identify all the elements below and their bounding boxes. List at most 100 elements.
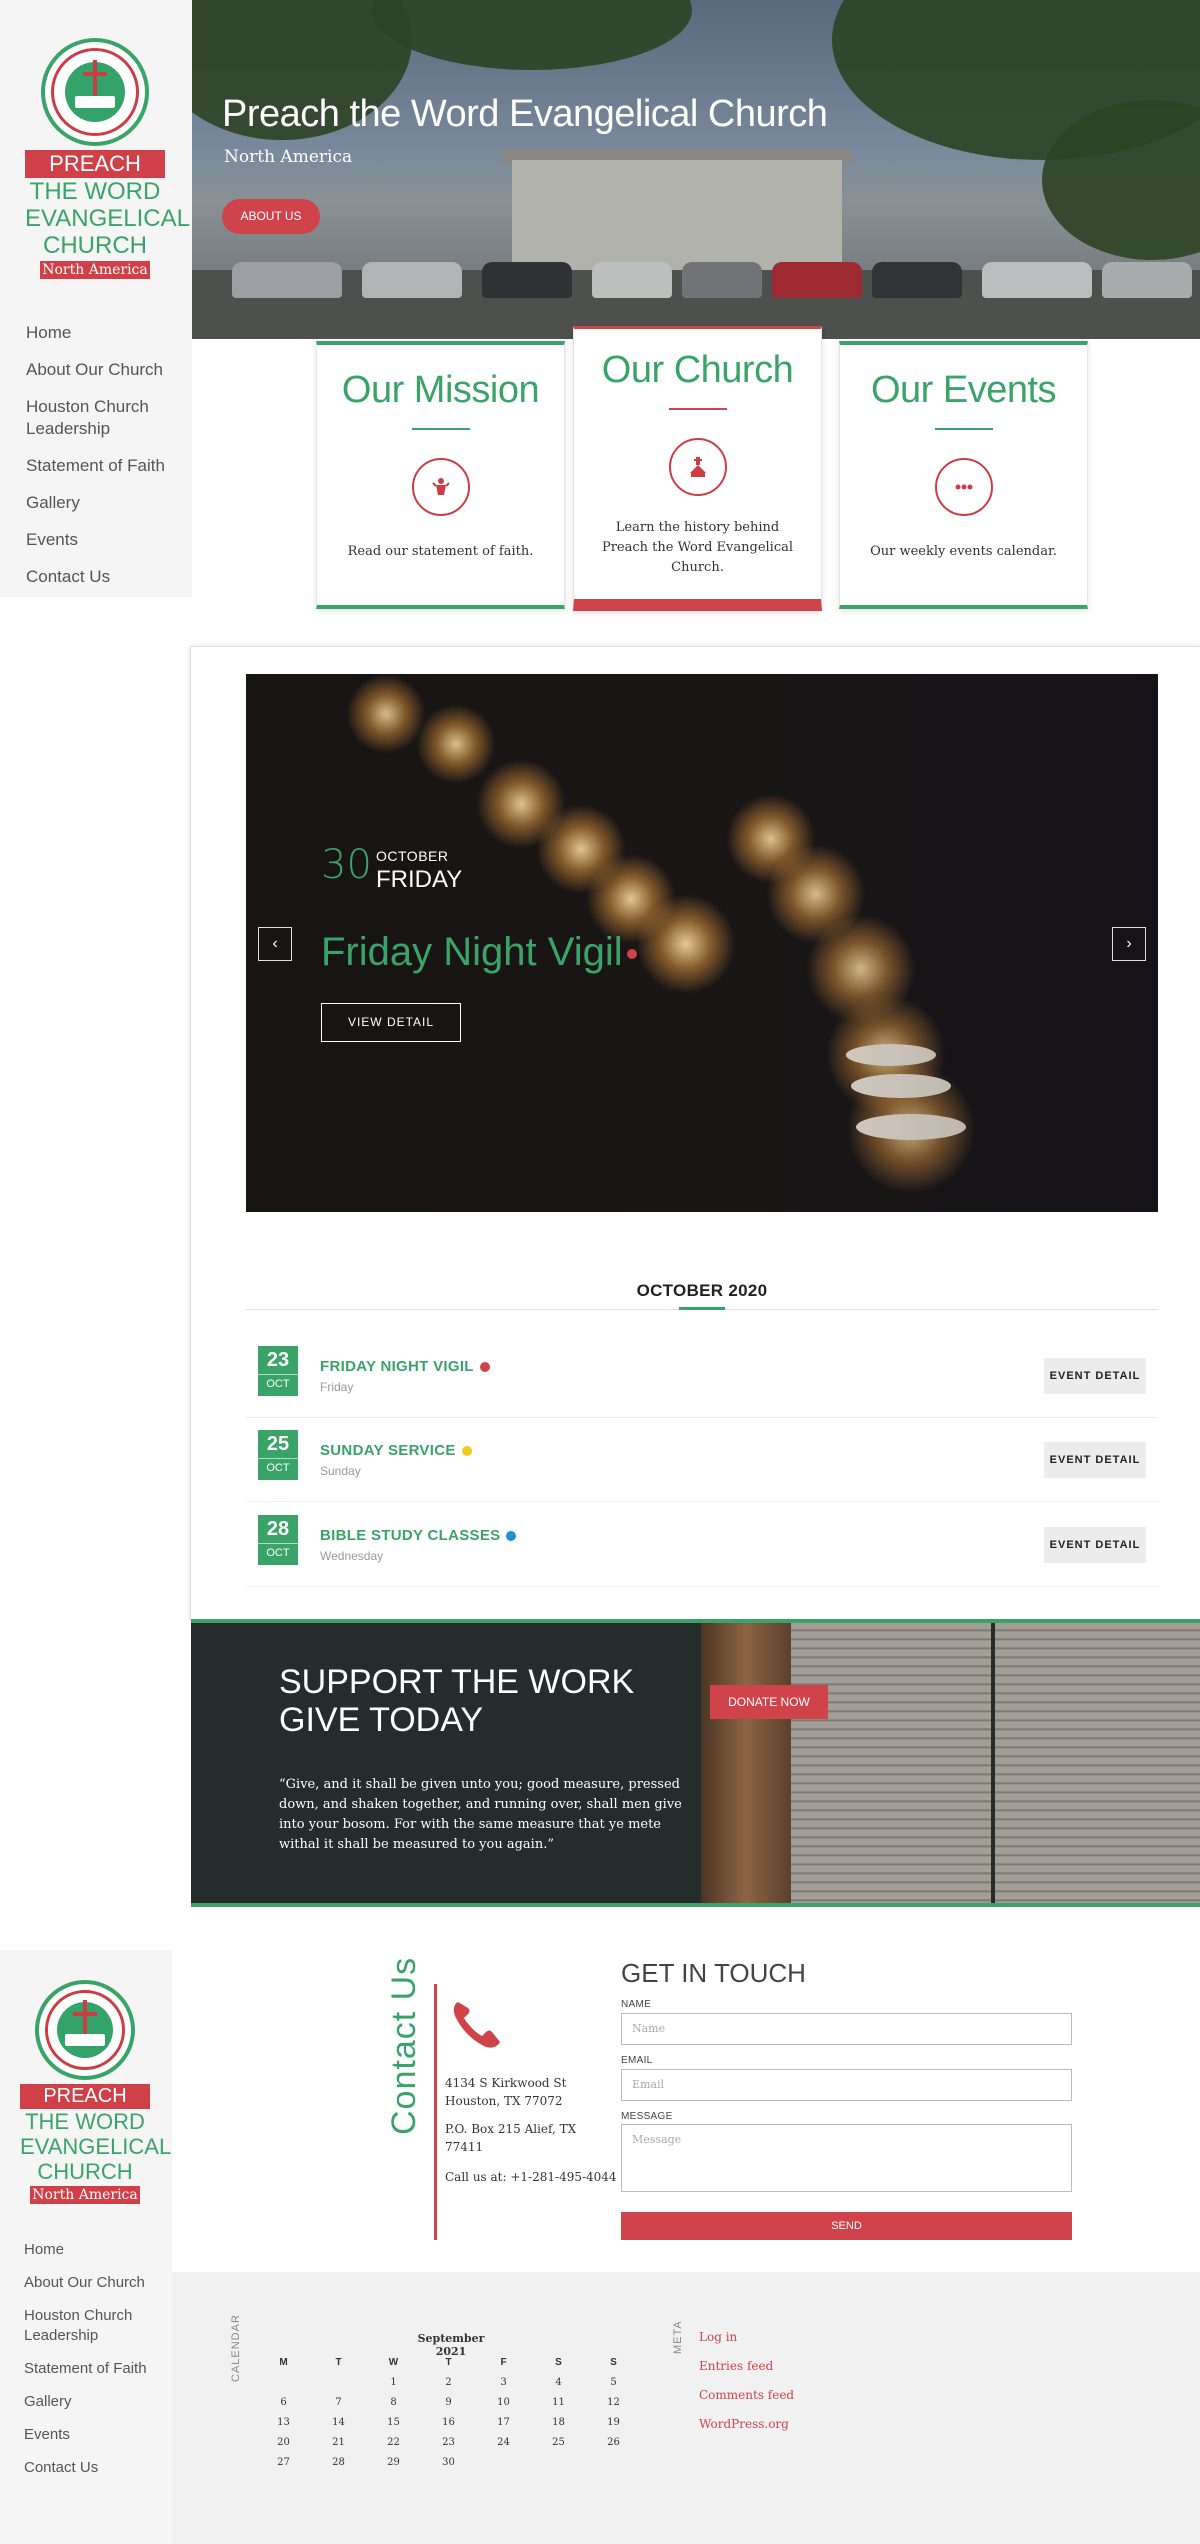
status-dot xyxy=(626,949,637,960)
church-seal xyxy=(35,1980,135,2080)
person-icon xyxy=(411,458,470,516)
dots-icon xyxy=(934,458,993,516)
meta-link-comments-feed[interactable]: Comments feed xyxy=(699,2388,794,2402)
contact-divider xyxy=(434,1984,437,2240)
slide-month: OCTOBER xyxy=(376,848,449,864)
about-us-button[interactable]: ABOUT US xyxy=(222,199,320,234)
event-weekday: Wednesday xyxy=(320,1549,384,1563)
donate-banner: SUPPORT THE WORK GIVE TODAY “Give, and i… xyxy=(191,1619,1200,1907)
event-date-badge: 28 OCT xyxy=(258,1515,298,1565)
status-dot xyxy=(506,1531,517,1542)
nav-item-contact[interactable]: Contact Us xyxy=(26,566,176,588)
contact-phone[interactable]: Call us at: +1-281-495-4044 xyxy=(445,2168,617,2186)
slider-prev-button[interactable]: ‹ xyxy=(258,927,292,961)
event-title[interactable]: FRIDAY NIGHT VIGIL xyxy=(320,1358,490,1375)
card-text: Our weekly events calendar. xyxy=(870,544,1057,559)
nav-item-about[interactable]: About Our Church xyxy=(26,359,176,381)
name-label: NAME xyxy=(621,1999,652,2010)
event-weekday: Sunday xyxy=(320,1464,361,1478)
nav-item-contact[interactable]: Contact Us xyxy=(24,2458,164,2478)
logo-line-preach: PREACH xyxy=(25,150,165,178)
nav-item-events[interactable]: Events xyxy=(24,2425,164,2445)
event-detail-button[interactable]: EVENT DETAIL xyxy=(1044,1358,1146,1394)
logo-line-north-america: North America xyxy=(30,2186,140,2204)
main-nav: Home About Our Church Houston Church Lea… xyxy=(26,322,176,603)
card-our-church[interactable]: Our Church Learn the history behind Prea… xyxy=(573,326,822,611)
event-title[interactable]: BIBLE STUDY CLASSES xyxy=(320,1527,517,1544)
card-text: Learn the history behind Preach the Word… xyxy=(601,520,794,575)
nav-item-home[interactable]: Home xyxy=(24,2240,164,2260)
sidebar: PREACH THE WORD EVANGELICAL CHURCH North… xyxy=(0,0,192,597)
contact-address: 4134 S Kirkwood St Houston, TX 77072 xyxy=(445,2076,567,2108)
nav-item-statement[interactable]: Statement of Faith xyxy=(24,2359,164,2379)
message-field[interactable]: Message xyxy=(621,2124,1072,2192)
send-button[interactable]: SEND xyxy=(621,2212,1072,2240)
logo-line-church: CHURCH xyxy=(37,2159,133,2184)
month-heading: OCTOBER 2020 xyxy=(636,1281,768,1300)
site-logo[interactable]: PREACH THE WORD EVANGELICAL CHURCH North… xyxy=(20,1980,172,2204)
card-our-mission[interactable]: Our Mission Read our statement of faith. xyxy=(316,341,565,609)
event-row: 23 OCT FRIDAY NIGHT VIGIL Friday EVENT D… xyxy=(246,1334,1158,1418)
logo-line-the-word: THE WORD xyxy=(29,178,161,205)
logo-line-north-america: North America xyxy=(40,261,150,279)
slide-title[interactable]: Friday Night Vigil xyxy=(321,930,637,975)
view-detail-button[interactable]: VIEW DETAIL xyxy=(321,1003,461,1042)
card-text: Read our statement of faith. xyxy=(347,544,534,559)
slider-next-button[interactable]: › xyxy=(1112,927,1146,961)
hero-subtitle: North America xyxy=(224,147,353,167)
nav-item-gallery[interactable]: Gallery xyxy=(26,492,176,514)
calendar-week: 20 21 22 23 24 25 26 xyxy=(277,2436,620,2448)
meta-link-login[interactable]: Log in xyxy=(699,2330,737,2344)
logo-line-the-word: THE WORD xyxy=(25,2109,145,2134)
email-label: EMAIL xyxy=(621,2055,653,2066)
hero-banner: Preach the Word Evangelical Church North… xyxy=(192,0,1200,339)
church-seal xyxy=(41,38,149,146)
nav-item-leadership[interactable]: Houston Church Leadership xyxy=(24,2306,164,2346)
meta-link-wordpress[interactable]: WordPress.org xyxy=(699,2417,789,2431)
calendar-table: M T W T F S S 12345 6 7 8 9 10 11 12 13 14 15 16 1… xyxy=(256,2352,641,2472)
card-our-events[interactable]: Our Events Our weekly events calendar. xyxy=(839,341,1088,609)
donate-now-button[interactable]: DONATE NOW xyxy=(710,1685,828,1719)
hero-title: Preach the Word Evangelical Church xyxy=(222,93,828,135)
event-date-badge: 25 OCT xyxy=(258,1430,298,1480)
donate-quote: “Give, and it shall be given unto you; g… xyxy=(279,1777,682,1852)
divider-accent xyxy=(679,1307,725,1310)
event-row: 25 OCT SUNDAY SERVICE Sunday EVENT DETAI… xyxy=(246,1418,1158,1502)
event-weekday: Friday xyxy=(320,1380,354,1394)
nav-item-gallery[interactable]: Gallery xyxy=(24,2392,164,2412)
site-logo[interactable]: PREACH THE WORD EVANGELICAL CHURCH North… xyxy=(25,38,190,279)
phone-icon xyxy=(448,1996,504,2052)
status-dot xyxy=(479,1362,490,1373)
nav-item-leadership[interactable]: Houston Church Leadership xyxy=(26,396,176,440)
event-row: 28 OCT BIBLE STUDY CLASSES Wednesday EVE… xyxy=(246,1503,1158,1587)
event-detail-button[interactable]: EVENT DETAIL xyxy=(1044,1442,1146,1478)
logo-line-evangelical: EVANGELICAL xyxy=(20,2134,172,2159)
form-title: GET IN TOUCH xyxy=(621,1958,806,1988)
nav-item-about[interactable]: About Our Church xyxy=(24,2273,164,2293)
calendar-week: 27 28 29 30 xyxy=(277,2456,455,2468)
event-date-badge: 23 OCT xyxy=(258,1346,298,1396)
nav-item-statement[interactable]: Statement of Faith xyxy=(26,455,176,477)
event-title[interactable]: SUNDAY SERVICE xyxy=(320,1442,472,1459)
contact-po-box: P.O. Box 215 Alief, TX 77411 xyxy=(445,2122,577,2154)
event-detail-button[interactable]: EVENT DETAIL xyxy=(1044,1527,1146,1563)
logo-line-preach: PREACH xyxy=(20,2084,150,2109)
calendar-week: 6 7 8 9 10 11 12 xyxy=(280,2396,620,2408)
logo-line-church: CHURCH xyxy=(43,232,147,259)
contact-heading: Contact Us xyxy=(385,1956,423,2135)
name-field[interactable]: Name xyxy=(621,2013,1072,2045)
nav-item-home[interactable]: Home xyxy=(26,322,176,344)
nav-item-events[interactable]: Events xyxy=(26,529,176,551)
calendar-week: 12345 xyxy=(390,2376,617,2388)
status-dot xyxy=(461,1446,472,1457)
calendar-widget-label: CALENDAR xyxy=(230,2314,242,2382)
card-title: Our Events xyxy=(870,369,1057,411)
church-icon xyxy=(668,438,727,496)
meta-link-entries-feed[interactable]: Entries feed xyxy=(699,2359,773,2373)
email-field[interactable]: Email xyxy=(621,2069,1072,2101)
donate-title: SUPPORT THE WORK GIVE TODAY xyxy=(279,1663,635,1739)
slide-weekday: FRIDAY xyxy=(376,866,463,893)
card-title: Our Mission xyxy=(341,369,540,411)
meta-widget-label: META xyxy=(672,2320,684,2354)
message-label: MESSAGE xyxy=(621,2111,673,2122)
